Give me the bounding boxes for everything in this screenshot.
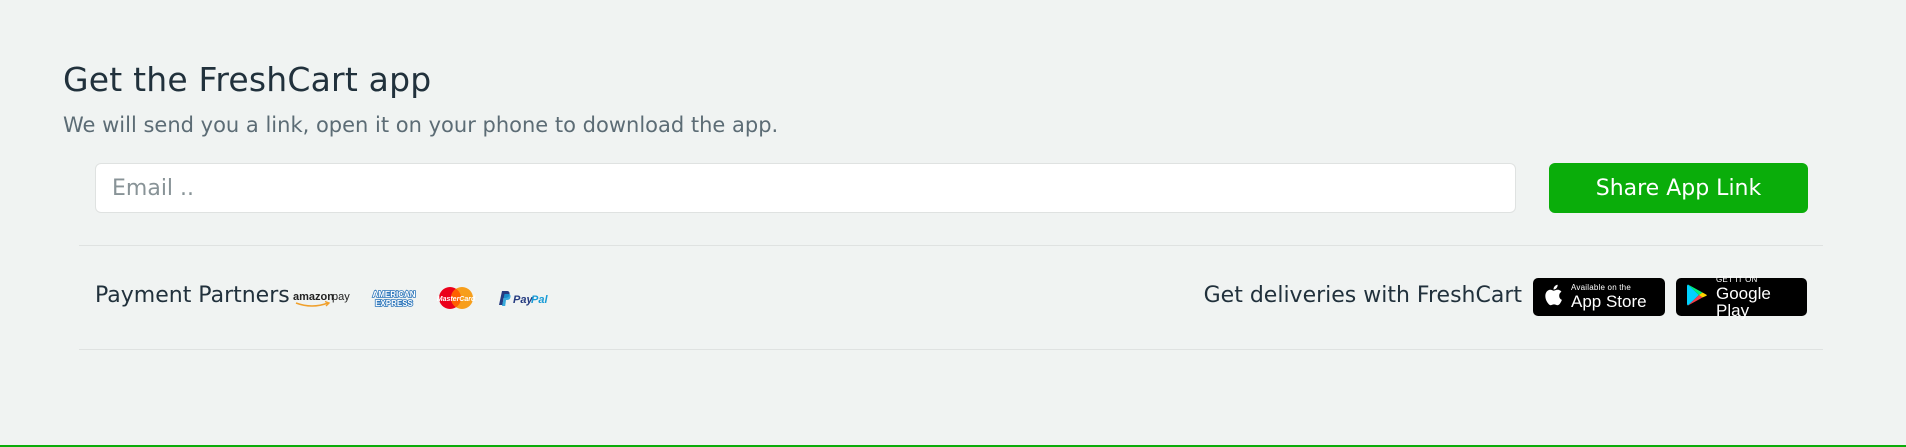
google-play-button[interactable]: GET IT ON Google Play <box>1676 274 1807 320</box>
divider-top <box>79 245 1823 246</box>
payment-partners-label: Payment Partners <box>95 283 290 308</box>
google-play-small-text: GET IT ON <box>1716 274 1758 284</box>
svg-text:pay: pay <box>332 291 350 303</box>
email-input[interactable] <box>95 163 1516 213</box>
deliveries-label: Get deliveries with FreshCart <box>1203 283 1522 308</box>
google-play-big-text: Google Play <box>1716 283 1771 320</box>
apple-icon <box>1543 283 1563 311</box>
mastercard-logo: MasterCard <box>436 284 476 312</box>
app-download-section: Get the FreshCart app We will send you a… <box>0 0 1906 447</box>
svg-text:AMERICAN: AMERICAN <box>372 290 415 299</box>
app-store-small-text: Available on the <box>1571 283 1631 292</box>
app-store-big-text: App Store <box>1571 292 1647 311</box>
google-play-icon <box>1686 283 1708 311</box>
svg-text:MasterCard: MasterCard <box>437 296 476 303</box>
divider-bottom <box>79 349 1823 350</box>
amazon-pay-logo: amazon pay <box>292 284 352 312</box>
share-app-link-button[interactable]: Share App Link <box>1549 163 1808 213</box>
svg-text:Pal: Pal <box>531 294 548 306</box>
paypal-logo: Pay Pal <box>496 284 550 312</box>
american-express-logo: AMERICAN EXPRESS <box>371 284 417 312</box>
svg-text:EXPRESS: EXPRESS <box>375 299 413 308</box>
app-store-button[interactable]: Available on the App Store <box>1533 278 1665 316</box>
svg-text:amazon: amazon <box>293 291 334 303</box>
section-subtitle: We will send you a link, open it on your… <box>63 113 779 137</box>
section-title: Get the FreshCart app <box>63 60 432 99</box>
